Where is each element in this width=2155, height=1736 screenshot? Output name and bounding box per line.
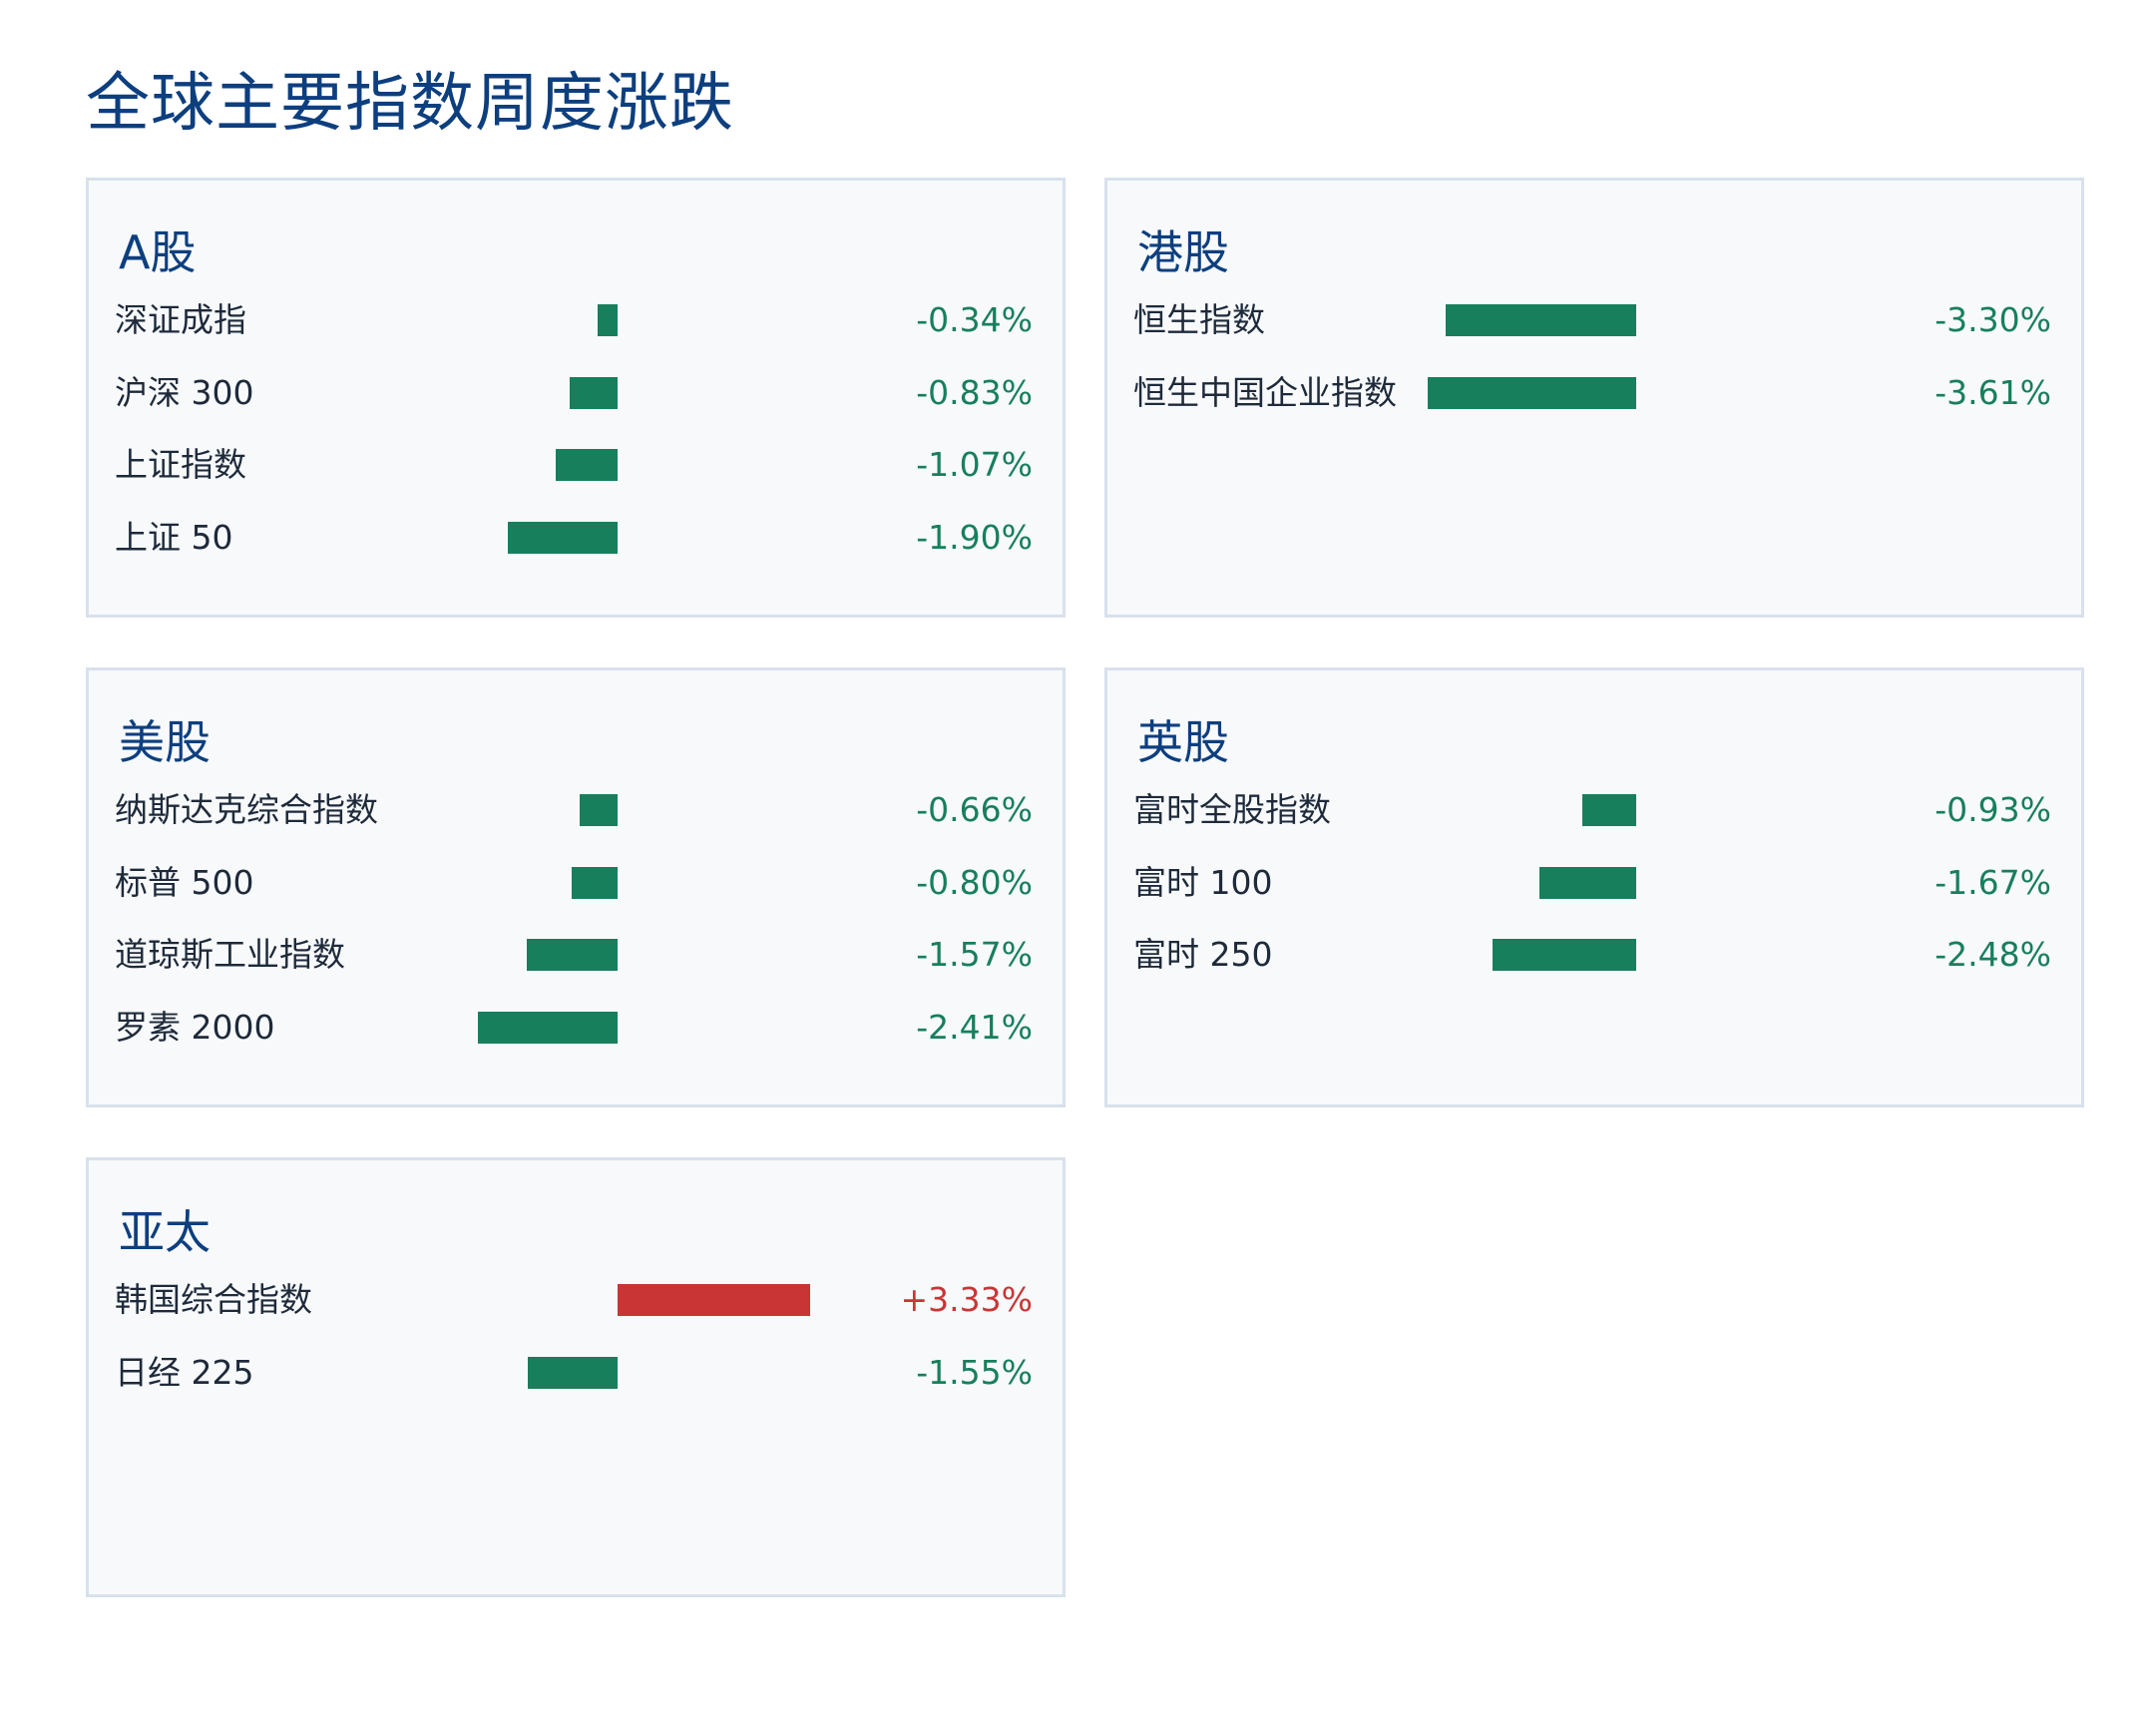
index-label: 标普 500 [115, 862, 254, 902]
bar [478, 1011, 618, 1044]
index-label: 罗素 2000 [115, 1007, 275, 1047]
bar [1582, 794, 1636, 826]
value-label: -0.80% [916, 862, 1033, 902]
bar [569, 376, 618, 409]
bar [571, 866, 618, 899]
panel: 港股恒生指数 -3.30% 恒生中国企业指数 -3.61% [1104, 178, 2084, 618]
index-label: 恒生指数 [1133, 300, 1265, 339]
panel-title: 美股 [119, 715, 211, 769]
panel: 亚太韩国综合指数 +3.33% 日经 225 -1.55% [86, 1157, 1066, 1597]
bar [579, 794, 618, 826]
index-label: 纳斯达克综合指数 [115, 790, 378, 829]
panel-title: 亚太 [119, 1205, 211, 1259]
panel-title: 英股 [1137, 715, 1229, 769]
value-label: -0.83% [916, 372, 1033, 412]
bar [1427, 376, 1636, 409]
index-label: 上证 50 [115, 517, 233, 557]
panel-title: A股 [119, 225, 197, 279]
bar [618, 1284, 811, 1316]
panel: 英股富时全股指数 -0.93% 富时 100 -1.67% 富时 250 -2.48% [1104, 667, 2084, 1107]
value-label: -3.61% [1935, 372, 2051, 412]
value-label: +3.33% [900, 1280, 1033, 1319]
value-label: -0.34% [916, 300, 1033, 339]
index-label: 富时 100 [1133, 862, 1273, 902]
bar [507, 521, 618, 554]
index-label: 沪深 300 [115, 372, 254, 412]
value-label: -1.07% [916, 445, 1033, 484]
bar [1493, 939, 1636, 971]
index-label: 上证指数 [115, 445, 246, 484]
value-label: -3.30% [1935, 300, 2051, 339]
page-title: 全球主要指数周度涨跌 [86, 67, 734, 141]
value-label: -1.57% [916, 935, 1033, 974]
value-label: -1.90% [916, 517, 1033, 557]
bar [528, 1356, 618, 1389]
value-label: -1.55% [916, 1352, 1033, 1392]
bar [1539, 866, 1636, 899]
index-label: 富时全股指数 [1133, 790, 1331, 829]
value-label: -2.41% [916, 1007, 1033, 1047]
bar [526, 939, 618, 971]
value-label: -0.93% [1935, 790, 2051, 829]
value-label: -0.66% [916, 790, 1033, 829]
index-label: 韩国综合指数 [115, 1280, 312, 1319]
panel-title: 港股 [1137, 225, 1229, 279]
value-label: -2.48% [1935, 935, 2051, 974]
index-label: 道琼斯工业指数 [115, 935, 345, 974]
value-label: -1.67% [1935, 862, 2051, 902]
bar [555, 449, 618, 481]
index-label: 深证成指 [115, 300, 246, 339]
index-label: 富时 250 [1133, 935, 1273, 974]
index-label: 恒生中国企业指数 [1133, 372, 1397, 412]
bar [1445, 304, 1636, 336]
bar [598, 304, 618, 336]
index-label: 日经 225 [115, 1352, 254, 1392]
panel: A股深证成指 -0.34% 沪深 300 -0.83% 上证指数 -1.07% 上证 50 -… [86, 178, 1066, 618]
panel: 美股纳斯达克综合指数 -0.66% 标普 500 -0.80% 道琼斯工业指数 -1.57… [86, 667, 1066, 1107]
